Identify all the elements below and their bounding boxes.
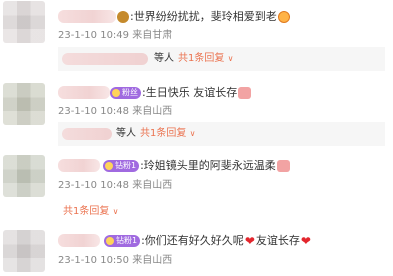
fan-badge: 钻粉1 — [104, 235, 141, 247]
crown-icon — [106, 237, 114, 245]
comment-text-line: 粉丝 :生日快乐 友谊长存 — [110, 86, 252, 100]
crown-icon — [105, 162, 113, 170]
emoji-icon — [277, 11, 290, 23]
comment-text: :世界纷纷扰扰，斐玲相爱到老 — [130, 10, 277, 23]
heart-icon: ❤ — [244, 234, 255, 248]
comment-time: 23-1-10 10:48 — [58, 180, 130, 191]
reply-username-blurred — [62, 53, 148, 65]
fan-badge: 钻粉1 — [103, 160, 140, 172]
avatar[interactable] — [3, 83, 45, 125]
username-blurred[interactable] — [58, 86, 110, 99]
username-blurred[interactable] — [58, 10, 116, 23]
reply-username-blurred — [62, 128, 112, 140]
comment-time: 23-1-10 10:49 — [58, 30, 130, 41]
chevron-down-icon: ∨ — [112, 207, 119, 216]
comment-meta: 23-1-10 10:49 来自甘肃 — [58, 29, 172, 42]
avatar[interactable] — [3, 230, 45, 272]
comment-text-line: :世界纷纷扰扰，斐玲相爱到老 — [117, 10, 290, 24]
comment-time: 23-1-10 10:50 — [58, 255, 130, 266]
comment-text-continued: 友谊长存 — [255, 234, 300, 247]
comment-item: 粉丝 :生日快乐 友谊长存 23-1-10 10:48 来自山西 等人 共1条回… — [0, 80, 393, 152]
view-replies-link[interactable]: 共1条回复 ∨ — [63, 205, 118, 218]
reply-preview[interactable]: 等人 共1条回复 ∨ — [58, 122, 385, 146]
sticker-icon — [276, 160, 290, 172]
chevron-down-icon: ∨ — [227, 54, 234, 63]
fan-badge: 粉丝 — [110, 87, 141, 99]
crown-icon — [112, 89, 120, 97]
comment-location: 来自山西 — [132, 255, 173, 266]
avatar[interactable] — [3, 1, 45, 43]
heart-icon: ❤ — [300, 234, 311, 248]
reply-users-label: 等人 — [116, 128, 136, 139]
reply-users-label: 等人 — [154, 53, 174, 64]
comment-text: :生日快乐 友谊长存 — [142, 86, 238, 99]
comment-meta: 23-1-10 10:48 来自山西 — [58, 179, 172, 192]
chevron-down-icon: ∨ — [189, 129, 196, 138]
comment-location: 来自山西 — [132, 180, 173, 191]
comment-item: 钻粉1 :玲姐镜头里的阿斐永远温柔 23-1-10 10:48 来自山西 共1条… — [0, 152, 393, 222]
comment-meta: 23-1-10 10:50 来自山西 — [58, 254, 172, 267]
comment-text-line: 钻粉1 :你们还有好久好久呢 ❤ 友谊长存 ❤ — [104, 234, 312, 248]
comment-meta: 23-1-10 10:48 来自山西 — [58, 105, 172, 118]
sticker-icon — [238, 87, 252, 99]
username-blurred[interactable] — [58, 159, 100, 172]
username-blurred[interactable] — [58, 234, 100, 247]
comment-time: 23-1-10 10:48 — [58, 106, 130, 117]
comment-text-line: 钻粉1 :玲姐镜头里的阿斐永远温柔 — [103, 159, 290, 173]
avatar[interactable] — [3, 155, 45, 197]
comment-location: 来自甘肃 — [132, 30, 173, 41]
view-replies-link[interactable]: 共1条回复 ∨ — [140, 122, 195, 146]
reply-preview[interactable]: 等人 共1条回复 ∨ — [58, 47, 385, 71]
view-replies-link[interactable]: 共1条回复 ∨ — [178, 47, 233, 71]
comment-text: :玲姐镜头里的阿斐永远温柔 — [140, 159, 276, 172]
comment-item: :世界纷纷扰扰，斐玲相爱到老 23-1-10 10:49 来自甘肃 等人 共1条… — [0, 0, 393, 72]
badge-icon — [117, 11, 129, 23]
comment-text: :你们还有好久好久呢 — [141, 234, 244, 247]
comment-item: 钻粉1 :你们还有好久好久呢 ❤ 友谊长存 ❤ 23-1-10 10:50 来自… — [0, 224, 393, 276]
comment-location: 来自山西 — [132, 106, 173, 117]
